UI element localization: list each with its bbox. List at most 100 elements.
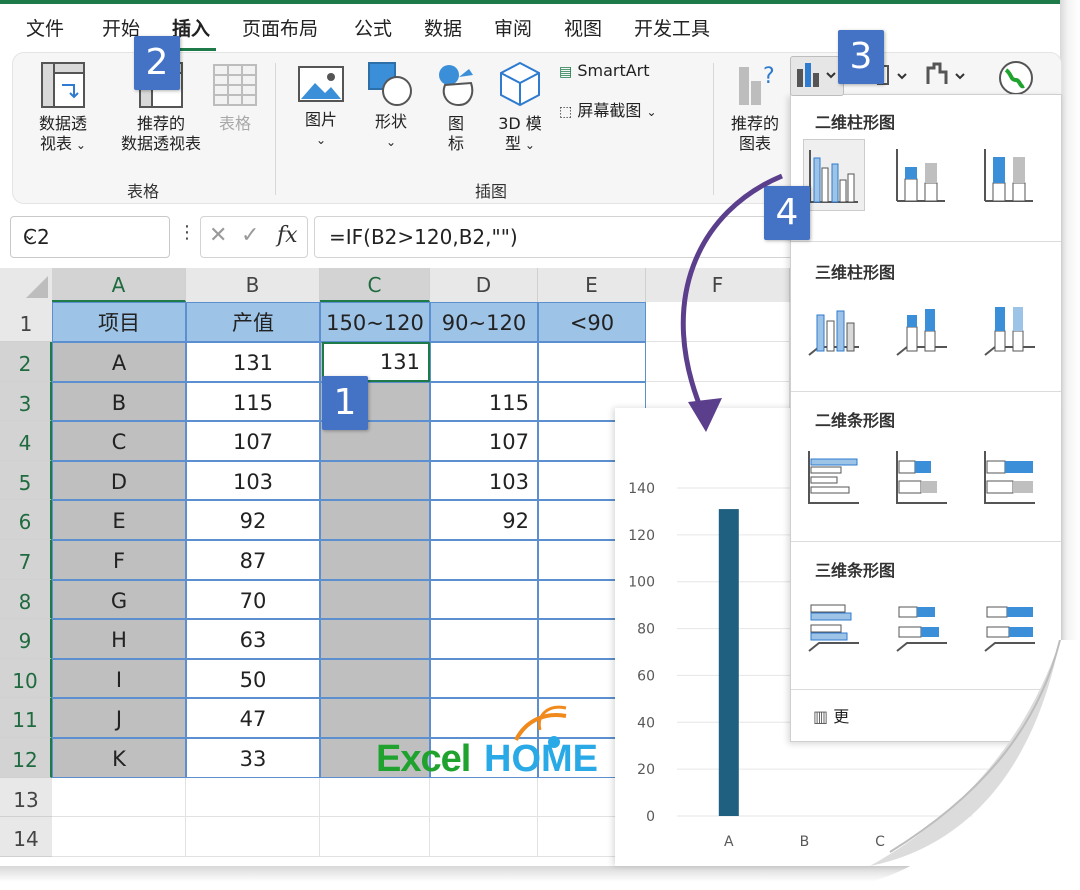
column-chart-button[interactable]	[790, 56, 844, 96]
3d-stacked-column-option[interactable]	[891, 291, 951, 361]
tab-review[interactable]: 审阅	[494, 14, 532, 41]
cell-item[interactable]: E	[52, 500, 186, 540]
tab-file[interactable]: 文件	[26, 14, 64, 41]
pivot-table-button[interactable]: 数据透 视表 ⌄	[31, 61, 95, 155]
column-header-c[interactable]: C	[320, 268, 430, 302]
row-header-5[interactable]: 5	[0, 460, 52, 501]
cell-output[interactable]: 107	[186, 421, 320, 461]
row-header-4[interactable]: 4	[0, 421, 52, 461]
cell-item[interactable]: H	[52, 619, 186, 659]
cell-item[interactable]: B	[52, 381, 186, 422]
empty-cell[interactable]	[52, 817, 186, 857]
shapes-button[interactable]: 形状 ⌄	[363, 61, 419, 152]
cell-90-120[interactable]: 92	[430, 500, 538, 540]
row-header-14[interactable]: 14	[0, 817, 52, 857]
formula-bar-options-icon[interactable]: ⋮	[178, 222, 196, 243]
cell-150-120[interactable]	[320, 460, 430, 501]
tab-developer[interactable]: 开发工具	[634, 14, 710, 41]
row-header-8[interactable]: 8	[0, 579, 52, 620]
100-stacked-column-option[interactable]	[979, 139, 1039, 209]
stacked-column-option[interactable]	[891, 139, 951, 209]
cell-90-120[interactable]: 115	[430, 381, 538, 422]
3d-clustered-column-option[interactable]	[803, 291, 863, 361]
column-header-d[interactable]: D	[430, 268, 538, 302]
chevron-down-icon[interactable]: ⌄	[23, 225, 161, 244]
insert-function-icon[interactable]: fx	[277, 223, 298, 248]
cell-output[interactable]: 47	[186, 698, 320, 738]
cell-item[interactable]: D	[52, 460, 186, 501]
row-header-9[interactable]: 9	[0, 619, 52, 659]
row-header-1[interactable]: 1	[0, 302, 52, 342]
cell-90-120[interactable]	[430, 619, 538, 659]
cell-item[interactable]: K	[52, 738, 186, 778]
row-header-13[interactable]: 13	[0, 777, 52, 818]
empty-cell[interactable]	[430, 817, 538, 857]
cell-item[interactable]: I	[52, 658, 186, 699]
maps-button[interactable]	[994, 56, 1038, 95]
header-cell[interactable]: 150~120	[320, 302, 430, 342]
header-cell[interactable]: 90~120	[430, 302, 538, 342]
cell-150-120[interactable]	[320, 579, 430, 620]
empty-cell[interactable]	[186, 817, 320, 857]
cell-90-120[interactable]	[430, 658, 538, 699]
icons-button[interactable]: 图 标	[431, 61, 481, 154]
cell-90-120[interactable]: 107	[430, 421, 538, 461]
row-header-6[interactable]: 6	[0, 500, 52, 540]
cell-below-90[interactable]	[538, 342, 646, 382]
empty-cell[interactable]	[52, 777, 186, 818]
screenshot-button[interactable]: ⬚ 屏幕截图 ⌄	[559, 101, 709, 122]
cell-item[interactable]: G	[52, 579, 186, 620]
smartart-button[interactable]: ▤ SmartArt	[559, 61, 709, 82]
cell-output[interactable]: 63	[186, 619, 320, 659]
header-cell[interactable]: 项目	[52, 302, 186, 342]
cell-output[interactable]: 33	[186, 738, 320, 778]
row-header-7[interactable]: 7	[0, 540, 52, 580]
cell-150-120[interactable]	[320, 540, 430, 580]
row-header-10[interactable]: 10	[0, 658, 52, 699]
row-header-3[interactable]: 3	[0, 381, 52, 422]
cell-150-120[interactable]	[320, 500, 430, 540]
table-button[interactable]: 表格	[207, 61, 263, 134]
cell-output[interactable]: 103	[186, 460, 320, 501]
100-stacked-bar-option[interactable]	[979, 441, 1039, 511]
cell-output[interactable]: 92	[186, 500, 320, 540]
cell-150-120[interactable]	[320, 658, 430, 699]
header-cell[interactable]: <90	[538, 302, 646, 342]
clustered-column-option[interactable]	[803, 139, 865, 211]
row-header-11[interactable]: 11	[0, 698, 52, 738]
cell-output[interactable]: 131	[186, 342, 320, 382]
cell-item[interactable]: J	[52, 698, 186, 738]
cell-output[interactable]: 70	[186, 579, 320, 620]
row-header-2[interactable]: 2	[0, 342, 52, 382]
statistic-chart-button[interactable]	[924, 56, 972, 94]
cell-item[interactable]: F	[52, 540, 186, 580]
tab-formulas[interactable]: 公式	[354, 14, 392, 41]
tab-data[interactable]: 数据	[424, 14, 462, 41]
cell-90-120[interactable]	[430, 342, 538, 382]
column-header-a[interactable]: A	[52, 268, 186, 302]
3d-100-stacked-column-option[interactable]	[979, 291, 1039, 361]
cell-150-120[interactable]	[320, 619, 430, 659]
column-header-b[interactable]: B	[186, 268, 320, 302]
cell-item[interactable]: A	[52, 342, 186, 382]
cell-item[interactable]: C	[52, 421, 186, 461]
stacked-bar-option[interactable]	[891, 441, 951, 511]
empty-cell[interactable]	[186, 777, 320, 818]
tab-view[interactable]: 视图	[564, 14, 602, 41]
select-all-corner[interactable]	[0, 268, 52, 302]
cell-output[interactable]: 87	[186, 540, 320, 580]
cell-90-120[interactable]	[430, 540, 538, 580]
cancel-icon[interactable]: ✕	[209, 223, 227, 248]
picture-button[interactable]: 图片 ⌄	[293, 65, 349, 150]
clustered-bar-option[interactable]	[803, 441, 863, 511]
cell-90-120[interactable]: 103	[430, 460, 538, 501]
header-cell[interactable]: 产值	[186, 302, 320, 342]
recommended-charts-button[interactable]: ? 推荐的 图表	[723, 61, 787, 154]
cell-output[interactable]: 50	[186, 658, 320, 699]
bar-A[interactable]	[718, 509, 739, 816]
3d-model-button[interactable]: 3D 模 型 ⌄	[489, 61, 551, 155]
tab-page-layout[interactable]: 页面布局	[242, 14, 318, 41]
enter-icon[interactable]: ✓	[241, 223, 259, 248]
cell-90-120[interactable]	[430, 579, 538, 620]
row-header-12[interactable]: 12	[0, 738, 52, 778]
